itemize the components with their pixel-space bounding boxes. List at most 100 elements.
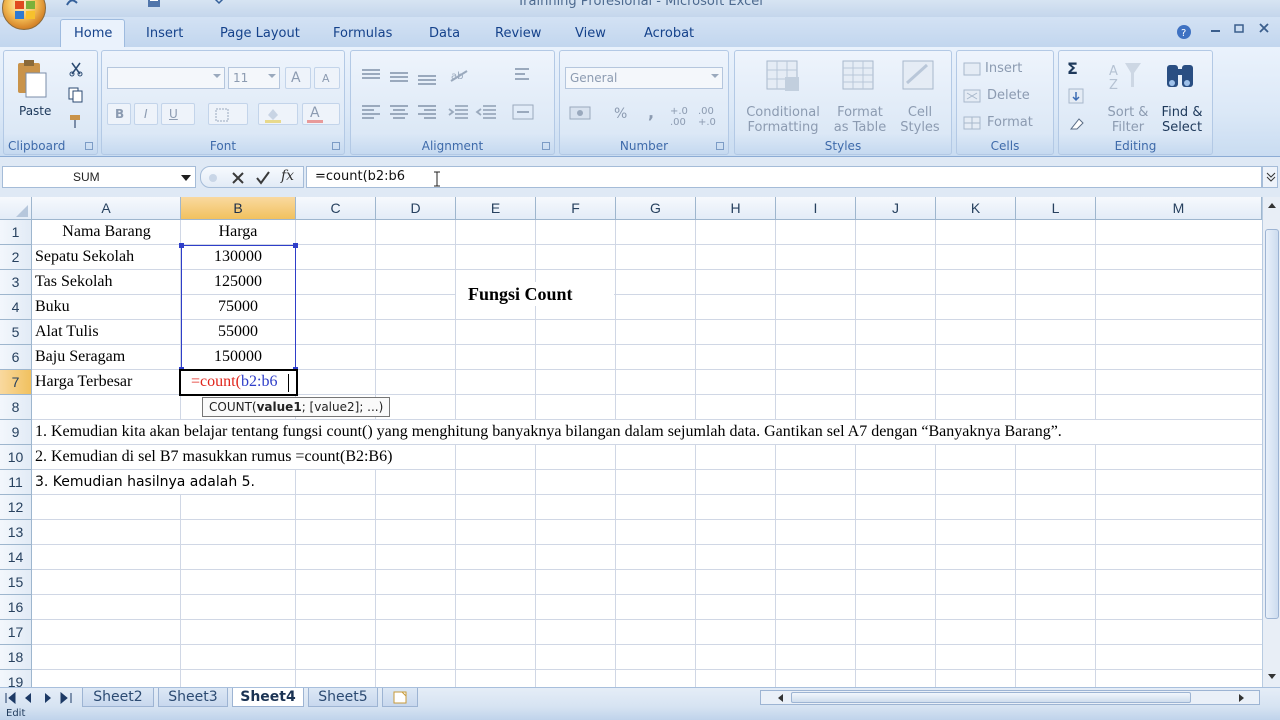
insert-function-icon[interactable]: fx: [281, 168, 294, 184]
sheet-tab-sheet2[interactable]: Sheet2: [82, 688, 154, 707]
find-select-button[interactable]: Find & Select: [1157, 105, 1207, 135]
borders-icon[interactable]: [208, 103, 248, 125]
scroll-up-icon[interactable]: [1267, 199, 1277, 211]
grow-font-icon[interactable]: A: [285, 67, 311, 89]
select-all-button[interactable]: [0, 197, 32, 220]
merge-center-icon[interactable]: [511, 103, 547, 124]
alignment-launcher-icon[interactable]: [542, 142, 550, 150]
tab-page-layout[interactable]: Page Layout: [220, 26, 300, 41]
fill-icon[interactable]: [1067, 87, 1087, 108]
cell-a4[interactable]: Buku: [35, 298, 70, 316]
cancel-entry-icon[interactable]: [231, 171, 245, 185]
align-center-icon[interactable]: [387, 103, 411, 124]
name-box-dropdown-icon[interactable]: [181, 175, 191, 181]
close-icon[interactable]: [1258, 22, 1270, 38]
function-tooltip[interactable]: COUNT(value1; [value2]; ...): [202, 397, 391, 417]
column-header-m[interactable]: M: [1096, 197, 1262, 220]
underline-icon[interactable]: U: [161, 103, 195, 125]
tab-review[interactable]: Review: [495, 26, 541, 41]
sheet-nav-icons[interactable]: [5, 692, 75, 704]
column-header-k[interactable]: K: [936, 197, 1016, 220]
conditional-formatting-icon[interactable]: [765, 59, 801, 96]
row-header-17[interactable]: 17: [0, 620, 32, 645]
enter-check-icon[interactable]: [255, 170, 271, 186]
sort-filter-icon[interactable]: AZ: [1107, 59, 1143, 96]
range-handle[interactable]: [179, 243, 184, 248]
minimize-icon[interactable]: [1210, 22, 1222, 38]
scroll-right-icon[interactable]: [1237, 692, 1247, 704]
font-launcher-icon[interactable]: [332, 142, 340, 150]
row-header-8[interactable]: 8: [0, 395, 32, 420]
row-header-2[interactable]: 2: [0, 245, 32, 270]
decrease-decimal-icon[interactable]: .00 +.0: [698, 106, 716, 128]
paste-icon[interactable]: [14, 59, 48, 102]
cell-a9[interactable]: 1. Kemudian kita akan belajar tentang fu…: [35, 423, 1062, 441]
cell-a11[interactable]: 3. Kemudian hasilnya adalah 5.: [35, 474, 255, 490]
column-header-g[interactable]: G: [616, 197, 696, 220]
worksheet-grid[interactable]: A B C D E F G H I J K L M 1 2 3 4 5 6 7 …: [0, 197, 1262, 687]
horizontal-scrollbar[interactable]: [760, 690, 1260, 705]
paste-button[interactable]: Paste: [19, 104, 51, 118]
cell-a6[interactable]: Baju Seragam: [35, 348, 125, 366]
row-header-11[interactable]: 11: [0, 470, 32, 495]
wrap-text-icon[interactable]: [511, 65, 535, 90]
row-header-7[interactable]: 7: [0, 370, 32, 395]
row-header-19[interactable]: 19: [0, 670, 32, 687]
decrease-indent-icon[interactable]: [447, 103, 471, 124]
formula-bar-expand-button[interactable]: [1262, 166, 1278, 188]
cell-a10[interactable]: 2. Kemudian di sel B7 masukkan rumus =co…: [35, 448, 392, 466]
clear-icon[interactable]: [1067, 115, 1087, 136]
name-box[interactable]: SUM: [2, 166, 196, 188]
font-name-combo[interactable]: [107, 67, 225, 89]
cell-e4-title[interactable]: Fungsi Count: [468, 284, 573, 305]
orientation-icon[interactable]: ab: [447, 67, 477, 88]
find-select-icon[interactable]: [1163, 59, 1199, 96]
sheet-tab-sheet3[interactable]: Sheet3: [158, 688, 228, 707]
row-header-4[interactable]: 4: [0, 295, 32, 320]
font-size-combo[interactable]: 11: [228, 67, 280, 89]
tab-formulas[interactable]: Formulas: [333, 26, 392, 41]
sheet-tab-sheet5[interactable]: Sheet5: [308, 688, 378, 707]
tab-acrobat[interactable]: Acrobat: [644, 26, 694, 41]
row-header-1[interactable]: 1: [0, 220, 32, 245]
cell-b1[interactable]: Harga: [181, 223, 295, 241]
align-right-icon[interactable]: [415, 103, 439, 124]
row-header-15[interactable]: 15: [0, 570, 32, 595]
horizontal-scroll-thumb[interactable]: [791, 692, 1191, 703]
italic-icon[interactable]: I: [134, 103, 158, 125]
row-header-6[interactable]: 6: [0, 345, 32, 370]
sheet-tab-sheet4[interactable]: Sheet4: [232, 688, 304, 707]
format-as-table-icon[interactable]: [841, 59, 877, 96]
row-header-5[interactable]: 5: [0, 320, 32, 345]
column-header-l[interactable]: L: [1016, 197, 1096, 220]
clipboard-launcher-icon[interactable]: [85, 142, 93, 150]
cell-a5[interactable]: Alat Tulis: [35, 323, 99, 341]
row-header-3[interactable]: 3: [0, 270, 32, 295]
column-header-c[interactable]: C: [296, 197, 376, 220]
column-header-a[interactable]: A: [32, 197, 181, 220]
shrink-font-icon[interactable]: A: [314, 67, 340, 89]
tab-insert[interactable]: Insert: [146, 26, 183, 41]
align-left-icon[interactable]: [359, 103, 383, 124]
increase-decimal-icon[interactable]: +.0.00: [670, 106, 688, 128]
percent-style-icon[interactable]: %: [614, 106, 627, 122]
sort-filter-button[interactable]: Sort & Filter: [1103, 105, 1153, 135]
comma-style-icon[interactable]: ,: [648, 103, 654, 122]
top-align-icon[interactable]: [359, 67, 383, 88]
format-painter-icon[interactable]: [68, 113, 84, 132]
cell-a7[interactable]: Harga Terbesar: [35, 373, 132, 391]
formula-input[interactable]: =count(b2:b6: [306, 166, 1262, 188]
increase-indent-icon[interactable]: [475, 103, 499, 124]
insert-sheet-button[interactable]: [382, 688, 418, 707]
scroll-left-icon[interactable]: [775, 692, 785, 704]
bottom-align-icon[interactable]: [415, 67, 439, 88]
autosum-icon[interactable]: Σ: [1067, 59, 1078, 78]
tab-view[interactable]: View: [575, 26, 606, 41]
conditional-formatting-button[interactable]: Conditional Formatting: [743, 105, 823, 135]
undo-icon[interactable]: [65, 0, 79, 9]
formula-options-icon[interactable]: [207, 172, 219, 184]
active-cell-b7[interactable]: =count( b2:b6: [179, 369, 298, 396]
qat-customize-icon[interactable]: [212, 0, 226, 9]
accounting-format-icon[interactable]: [568, 103, 602, 126]
row-header-10[interactable]: 10: [0, 445, 32, 470]
